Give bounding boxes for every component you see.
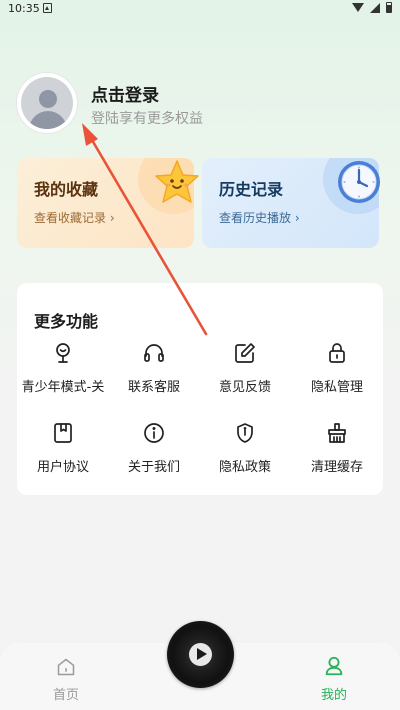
profile-header[interactable]: 点击登录 登陆享有更多权益 bbox=[17, 73, 377, 133]
shield-icon bbox=[237, 423, 253, 443]
wifi-icon bbox=[352, 3, 364, 12]
play-icon[interactable] bbox=[189, 643, 212, 666]
tab-mine-label: 我的 bbox=[320, 688, 347, 703]
teen-mode-label: 青少年模式-关 bbox=[21, 380, 105, 395]
history-title: 历史记录 bbox=[219, 180, 284, 199]
login-subtitle: 登陆享有更多权益 bbox=[91, 111, 203, 127]
status-bar: 10:35 bbox=[0, 0, 400, 18]
favorites-link[interactable]: 查看收藏记录 › bbox=[34, 209, 115, 226]
privacy-policy-item[interactable]: 隐私政策 bbox=[199, 421, 291, 475]
teen-mode-icon bbox=[56, 343, 70, 363]
battery-icon bbox=[386, 2, 392, 13]
notification-icon bbox=[43, 3, 52, 13]
lock-icon bbox=[329, 343, 345, 363]
privacy-policy-label: 隐私政策 bbox=[218, 460, 271, 475]
default-avatar-icon bbox=[21, 77, 73, 129]
status-time: 10:35 bbox=[8, 2, 40, 15]
history-link[interactable]: 查看历史播放 › bbox=[219, 209, 300, 226]
book-icon bbox=[54, 423, 72, 443]
avatar[interactable] bbox=[17, 73, 77, 133]
more-functions-panel: 更多功能 青少年模式-关 联系客服 意见反馈 隐私管理 用户协议 关于我们 隐私… bbox=[17, 283, 383, 495]
customer-service-item[interactable]: 联系客服 bbox=[108, 341, 200, 395]
clock-icon bbox=[338, 161, 380, 203]
status-icons bbox=[352, 2, 392, 13]
tab-home[interactable]: 首页 bbox=[40, 657, 92, 703]
user-agreement-label: 用户协议 bbox=[36, 460, 89, 475]
now-playing-disc[interactable] bbox=[167, 621, 234, 688]
tab-home-label: 首页 bbox=[52, 688, 79, 703]
tab-mine[interactable]: 我的 bbox=[308, 655, 360, 703]
info-icon bbox=[144, 423, 164, 443]
clear-cache-item[interactable]: 清理缓存 bbox=[291, 421, 383, 475]
feedback-item[interactable]: 意见反馈 bbox=[199, 341, 291, 395]
teen-mode-item[interactable]: 青少年模式-关 bbox=[17, 341, 109, 395]
signal-icon bbox=[370, 2, 380, 13]
broom-icon bbox=[328, 423, 346, 443]
privacy-management-label: 隐私管理 bbox=[310, 380, 363, 395]
user-icon bbox=[325, 656, 343, 676]
headset-icon bbox=[144, 344, 164, 362]
clear-cache-label: 清理缓存 bbox=[310, 460, 363, 475]
home-icon bbox=[57, 658, 75, 676]
edit-icon bbox=[235, 343, 255, 363]
about-us-item[interactable]: 关于我们 bbox=[108, 421, 200, 475]
user-agreement-item[interactable]: 用户协议 bbox=[17, 421, 109, 475]
feedback-label: 意见反馈 bbox=[218, 380, 271, 395]
more-functions-title: 更多功能 bbox=[34, 312, 99, 331]
login-title[interactable]: 点击登录 bbox=[91, 81, 159, 106]
about-us-label: 关于我们 bbox=[127, 460, 180, 475]
customer-service-label: 联系客服 bbox=[127, 380, 180, 395]
privacy-management-item[interactable]: 隐私管理 bbox=[291, 341, 383, 395]
favorites-title: 我的收藏 bbox=[34, 180, 99, 199]
star-icon bbox=[155, 160, 199, 203]
